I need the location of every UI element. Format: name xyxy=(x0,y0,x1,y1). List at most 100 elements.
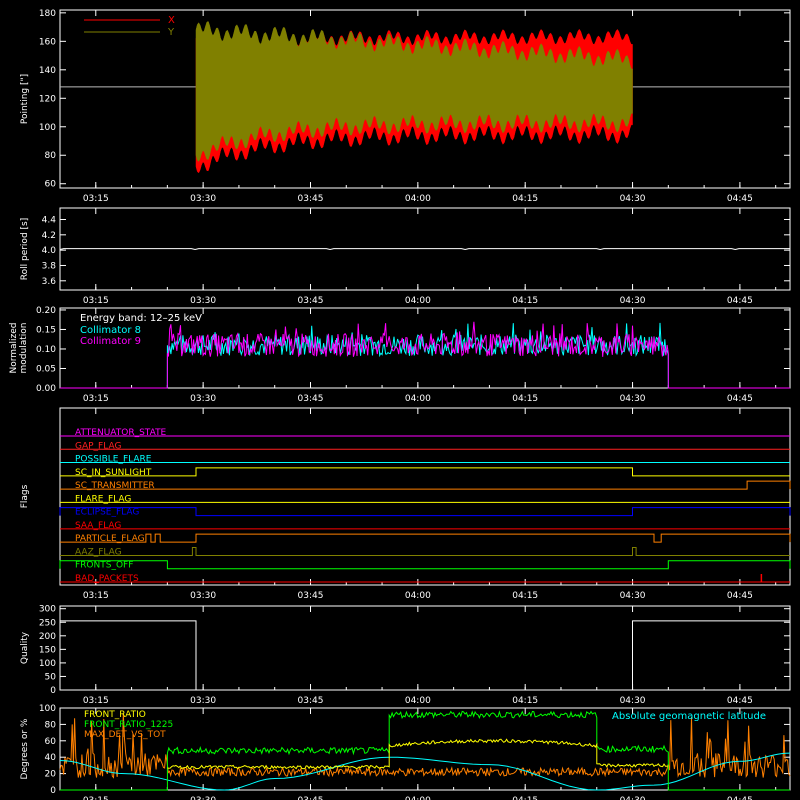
pointing-xtick-label: 03:30 xyxy=(190,194,216,204)
modulation-energy-band: Energy band: 12–25 keV xyxy=(80,313,202,324)
pointing-ylabel: Pointing ["] xyxy=(20,74,30,124)
flag-label-possible-flare: POSSIBLE_FLARE xyxy=(75,455,152,465)
pointing-xtick-label: 04:15 xyxy=(512,194,538,204)
pointing-ytick-label: 140 xyxy=(39,66,56,76)
flags-xtick-label: 04:30 xyxy=(620,591,646,601)
flag-label-aaz-flag: AAZ_FLAG xyxy=(75,547,122,557)
ratios-xtick-label: 04:30 xyxy=(620,796,646,800)
flags-xtick-label: 03:30 xyxy=(190,591,216,601)
quality-ytick-label: 100 xyxy=(39,659,56,669)
quality-xtick-label: 03:15 xyxy=(83,696,109,706)
modulation-ytick-label: 0.00 xyxy=(36,384,56,394)
modulation-xtick-label: 03:30 xyxy=(190,394,216,404)
pointing-xtick-label: 04:00 xyxy=(405,194,431,204)
pointing-ytick-label: 60 xyxy=(45,180,57,190)
quality-ytick-label: 0 xyxy=(50,686,56,696)
modulation-xtick-label: 03:45 xyxy=(298,394,324,404)
roll_period-xtick-label: 03:30 xyxy=(190,296,216,306)
roll_period-xtick-label: 04:30 xyxy=(620,296,646,306)
pointing-xtick-label: 03:45 xyxy=(298,194,324,204)
modulation-legend-1: Collimator 9 xyxy=(80,336,141,347)
modulation-ylabel-2: modulation xyxy=(19,323,29,374)
ratios-xtick-label: 03:30 xyxy=(190,796,216,800)
quality-xtick-label: 04:30 xyxy=(620,696,646,706)
flag-label-fronts-off: FRONTS_OFF xyxy=(75,561,133,571)
roll_period-ytick-label: 3.8 xyxy=(42,261,57,271)
roll_period-ytick-label: 3.6 xyxy=(42,277,57,287)
roll_period-xtick-label: 04:00 xyxy=(405,296,431,306)
modulation-xtick-label: 04:00 xyxy=(405,394,431,404)
quality-ytick-label: 50 xyxy=(45,672,57,682)
roll_period-xtick-label: 03:45 xyxy=(298,296,324,306)
flag-label-sc-transmitter: SC_TRANSMITTER xyxy=(75,481,155,491)
pointing-ytick-label: 120 xyxy=(39,94,56,104)
quality-ytick-label: 300 xyxy=(39,605,56,615)
flags-xtick-label: 03:15 xyxy=(83,591,109,601)
ratio-legend-1: FRONT_RATIO_1225 xyxy=(84,720,173,730)
ratios-ytick-label: 40 xyxy=(45,753,57,763)
ratios-ytick-label: 80 xyxy=(45,720,57,730)
modulation-xtick-label: 03:15 xyxy=(83,394,109,404)
quality-ytick-label: 150 xyxy=(39,645,56,655)
pointing-ytick-label: 180 xyxy=(39,9,56,19)
modulation-ylabel: Normalized xyxy=(9,322,19,373)
pointing-xtick-label: 04:45 xyxy=(727,194,753,204)
modulation-ytick-label: 0.10 xyxy=(36,345,56,355)
roll_period-xtick-label: 03:15 xyxy=(83,296,109,306)
quality-xtick-label: 04:15 xyxy=(512,696,538,706)
modulation-ytick-label: 0.15 xyxy=(36,325,56,335)
quality-xtick-label: 04:00 xyxy=(405,696,431,706)
roll_period-ylabel: Roll period [s] xyxy=(20,218,30,280)
quality-ylabel: Quality xyxy=(20,631,30,664)
pointing-ytick-label: 100 xyxy=(39,123,56,133)
modulation-xtick-label: 04:45 xyxy=(727,394,753,404)
flag-label-saa-flag: SAA_FLAG xyxy=(75,521,121,531)
quality-xtick-label: 03:30 xyxy=(190,696,216,706)
legend-label-y: Y xyxy=(167,27,175,38)
ratios-ytick-label: 0 xyxy=(50,786,56,796)
ratios-ytick-label: 20 xyxy=(45,770,57,780)
ratios-xtick-label: 04:00 xyxy=(405,796,431,800)
ratios-ytick-label: 60 xyxy=(45,737,57,747)
flags-xtick-label: 04:45 xyxy=(727,591,753,601)
roll_period-xtick-label: 04:45 xyxy=(727,296,753,306)
pointing-xtick-label: 04:30 xyxy=(620,194,646,204)
flags-xtick-label: 04:15 xyxy=(512,591,538,601)
flags-ylabel: Flags xyxy=(20,484,30,508)
ratios-ytick-label: 100 xyxy=(39,704,56,714)
modulation-ytick-label: 0.05 xyxy=(36,364,56,374)
pointing-ytick-label: 160 xyxy=(39,37,56,47)
flag-label-attenuator-state: ATTENUATOR_STATE xyxy=(75,428,167,438)
ratios-ylabel: Degrees or % xyxy=(20,718,30,779)
ratios-xtick-label: 04:15 xyxy=(512,796,538,800)
flag-label-particle-flag: PARTICLE_FLAG xyxy=(75,534,145,544)
roll_period-xtick-label: 04:15 xyxy=(512,296,538,306)
modulation-xtick-label: 04:30 xyxy=(620,394,646,404)
ratio-legend-0: FRONT_RATIO xyxy=(84,710,146,720)
quality-ytick-label: 250 xyxy=(39,618,56,628)
spectrometer-overview-plots: 03:15 03:30 03:45 04:00 04:15 04:30 04:45 60 80 1… xyxy=(0,0,800,800)
ratios-xtick-label: 03:45 xyxy=(298,796,324,800)
pointing-xtick-label: 03:15 xyxy=(83,194,109,204)
pointing-ytick-label: 80 xyxy=(45,151,57,161)
ratio-legend-2: MAX_DET_VS_TOT xyxy=(84,730,166,740)
ratio-legend-geomag: Absolute geomagnetic latitude xyxy=(612,711,766,722)
roll_period-ytick-label: 4.0 xyxy=(42,246,57,256)
legend-label-x: X xyxy=(168,15,175,26)
flag-label-flare-flag: FLARE_FLAG xyxy=(75,494,131,504)
flag-label-sc-in-sunlight: SC_IN_SUNLIGHT xyxy=(75,468,152,478)
quality-xtick-label: 04:45 xyxy=(727,696,753,706)
modulation-xtick-label: 04:15 xyxy=(512,394,538,404)
flags-xtick-label: 03:45 xyxy=(298,591,324,601)
modulation-ytick-label: 0.20 xyxy=(36,306,56,316)
ratios-xtick-label: 04:45 xyxy=(727,796,753,800)
flag-label-gap-flag: GAP_FLAG xyxy=(75,441,121,451)
quality-ytick-label: 200 xyxy=(39,632,56,642)
roll_period-ytick-label: 4.2 xyxy=(42,231,56,241)
flag-label-bad-packets: BAD_PACKETS xyxy=(75,574,139,584)
roll_period-ytick-label: 4.4 xyxy=(42,215,57,225)
flags-xtick-label: 04:00 xyxy=(405,591,431,601)
ratios-xtick-label: 03:15 xyxy=(83,796,109,800)
modulation-legend-0: Collimator 8 xyxy=(80,325,141,336)
quality-xtick-label: 03:45 xyxy=(298,696,324,706)
